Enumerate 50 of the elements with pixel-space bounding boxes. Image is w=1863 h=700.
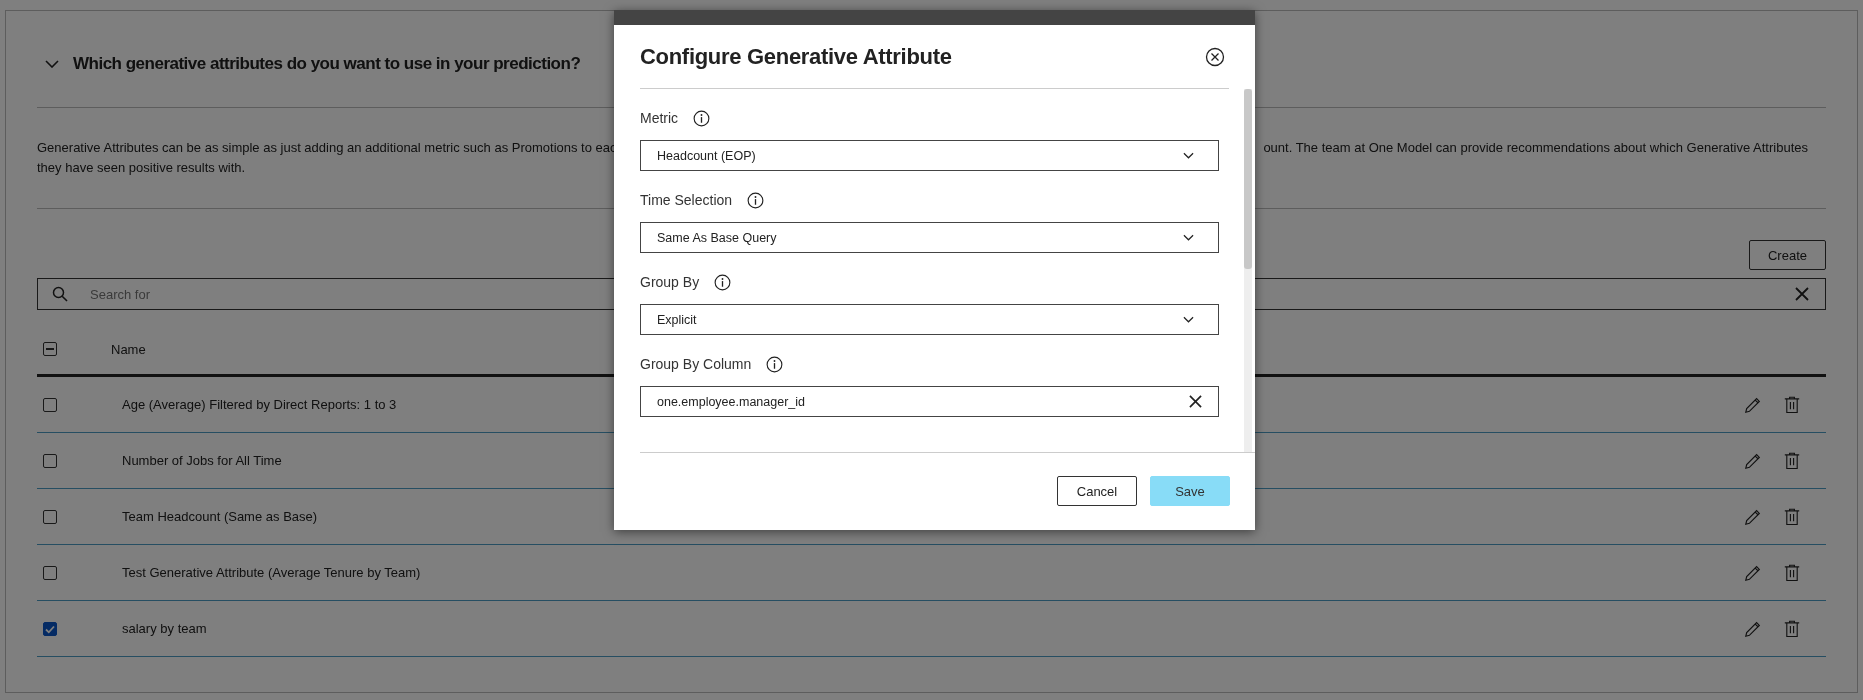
trash-icon[interactable] bbox=[1784, 619, 1800, 638]
pencil-icon[interactable] bbox=[1744, 507, 1762, 526]
section-title: Which generative attributes do you want to use in your prediction? bbox=[73, 54, 581, 74]
info-icon[interactable] bbox=[766, 355, 784, 373]
info-icon[interactable] bbox=[693, 109, 711, 127]
description-text: they have seen positive results with. bbox=[37, 159, 246, 177]
row-checkbox[interactable] bbox=[43, 565, 57, 580]
text-field[interactable]: one.employee.manager_id bbox=[640, 386, 1219, 417]
select-all-checkbox[interactable] bbox=[43, 342, 57, 356]
column-header: Name bbox=[111, 341, 146, 357]
pencil-icon[interactable] bbox=[1744, 563, 1762, 582]
create-button[interactable]: Create bbox=[1748, 240, 1826, 270]
field-label: Group By Column bbox=[640, 356, 752, 372]
save-button[interactable]: Save bbox=[1150, 476, 1230, 506]
attribute-name: Number of Jobs for All Time bbox=[122, 453, 282, 468]
chevron-down-icon bbox=[1183, 152, 1194, 159]
cancel-button[interactable]: Cancel bbox=[1057, 476, 1137, 506]
field-label: Metric bbox=[640, 110, 679, 126]
trash-icon[interactable] bbox=[1784, 563, 1800, 582]
chevron-down-icon bbox=[1183, 316, 1194, 323]
attribute-name: Test Generative Attribute (Average Tenure by Team) bbox=[122, 565, 421, 580]
pencil-icon[interactable] bbox=[1744, 619, 1762, 638]
pencil-icon[interactable] bbox=[1744, 451, 1762, 470]
close-icon[interactable] bbox=[1205, 46, 1225, 67]
attribute-name: Team Headcount (Same as Base) bbox=[122, 509, 318, 524]
pencil-icon[interactable] bbox=[1744, 395, 1762, 414]
attribute-name: Age (Average) Filtered by Direct Reports: 1 to 3 bbox=[122, 397, 397, 412]
row-checkbox[interactable] bbox=[43, 621, 57, 636]
info-icon[interactable] bbox=[714, 273, 732, 291]
field-label: Time Selection bbox=[640, 192, 733, 208]
row-checkbox[interactable] bbox=[43, 509, 57, 524]
trash-icon[interactable] bbox=[1784, 451, 1800, 470]
dropdown[interactable]: Headcount (EOP) bbox=[640, 140, 1219, 171]
description-text: ount. The team at One Model can provide recommendations about which Generative Attributes bbox=[1263, 139, 1808, 157]
chevron-down-icon[interactable] bbox=[45, 60, 59, 68]
trash-icon[interactable] bbox=[1784, 507, 1800, 526]
clear-icon[interactable] bbox=[1189, 395, 1202, 408]
trash-icon[interactable] bbox=[1784, 395, 1800, 414]
dialog-title: Configure Generative Attribute bbox=[640, 43, 952, 70]
row-checkbox[interactable] bbox=[43, 453, 57, 468]
info-icon[interactable] bbox=[747, 191, 765, 209]
input-field[interactable]: one.employee.manager_id bbox=[657, 394, 1189, 409]
dropdown[interactable]: Same As Base Query bbox=[640, 222, 1219, 253]
chevron-down-icon bbox=[1183, 234, 1194, 241]
field-label: Group By bbox=[640, 274, 700, 290]
search-icon bbox=[52, 286, 68, 302]
attribute-name: salary by team bbox=[122, 621, 207, 636]
row-checkbox[interactable] bbox=[43, 397, 57, 412]
scrollbar-thumb[interactable] bbox=[1244, 89, 1252, 269]
dropdown[interactable]: Explicit bbox=[640, 304, 1219, 335]
